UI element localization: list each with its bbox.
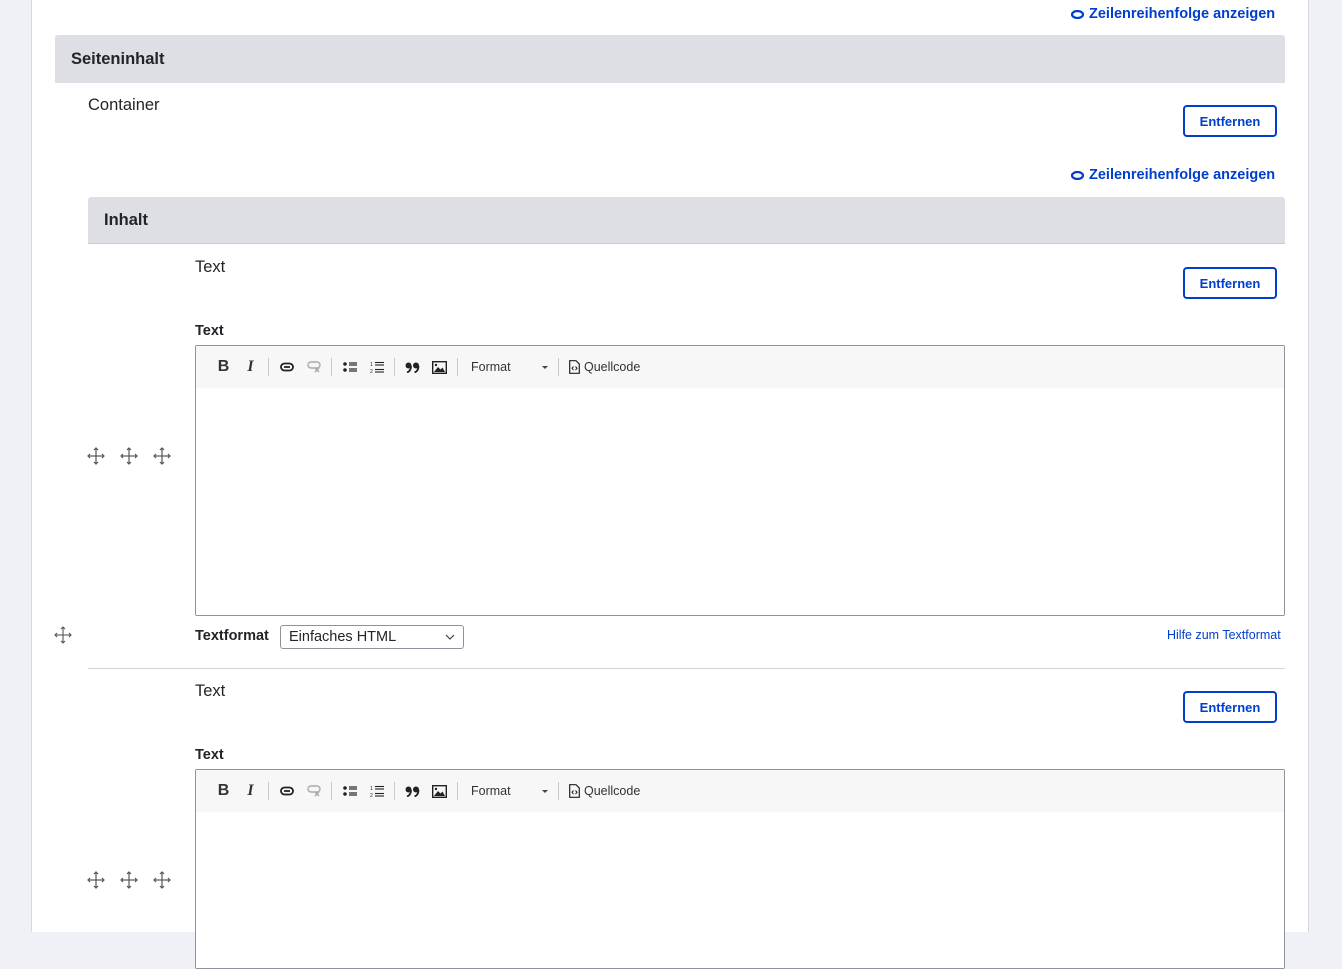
show-row-order-link-inner[interactable]: Zeilenreihenfolge anzeigen xyxy=(1071,167,1275,183)
blockquote-button[interactable] xyxy=(399,779,426,803)
text-field-label: Text xyxy=(195,323,224,339)
link-button[interactable] xyxy=(273,779,300,803)
rich-text-editor: B I 12 Format Quellcode xyxy=(195,769,1285,969)
source-button[interactable]: Quellcode xyxy=(563,360,640,374)
eye-icon xyxy=(1071,9,1084,19)
section-title: Inhalt xyxy=(104,210,148,229)
move-icon xyxy=(87,871,105,889)
text-field-label: Text xyxy=(195,747,224,763)
editor-toolbar: B I 12 Format Quellcode xyxy=(196,346,1284,388)
editor-toolbar: B I 12 Format Quellcode xyxy=(196,770,1284,812)
remove-text-button[interactable]: Entfernen xyxy=(1183,691,1277,723)
blockquote-icon xyxy=(405,362,420,373)
editor-content-area[interactable] xyxy=(196,388,1284,615)
blockquote-icon xyxy=(405,786,420,797)
numbered-list-button[interactable]: 12 xyxy=(363,779,390,803)
toolbar-separator xyxy=(331,358,332,376)
drag-handle[interactable] xyxy=(153,871,171,889)
show-row-order-label: Zeilenreihenfolge anzeigen xyxy=(1089,167,1276,183)
caret-down-icon xyxy=(542,365,548,369)
textformat-label: Textformat xyxy=(195,628,269,644)
show-row-order-link-top[interactable]: Zeilenreihenfolge anzeigen xyxy=(1071,6,1275,22)
toolbar-separator xyxy=(558,358,559,376)
image-icon xyxy=(432,360,447,374)
image-button[interactable] xyxy=(426,355,453,379)
move-icon xyxy=(54,626,72,644)
caret-down-icon xyxy=(542,789,548,793)
eye-icon xyxy=(1071,170,1084,180)
paragraph-type-container: Container xyxy=(88,96,160,114)
unlink-button[interactable] xyxy=(300,355,327,379)
svg-text:1: 1 xyxy=(370,362,373,368)
format-dropdown[interactable]: Format xyxy=(462,779,554,803)
toolbar-separator xyxy=(268,358,269,376)
toolbar-separator xyxy=(394,782,395,800)
move-icon xyxy=(120,871,138,889)
textformat-help-link[interactable]: Hilfe zum Textformat xyxy=(1167,628,1281,642)
image-icon xyxy=(432,784,447,798)
show-row-order-label: Zeilenreihenfolge anzeigen xyxy=(1089,6,1276,22)
drag-handle[interactable] xyxy=(87,871,105,889)
toolbar-separator xyxy=(268,782,269,800)
toolbar-separator xyxy=(331,782,332,800)
editor-content-area[interactable] xyxy=(196,812,1284,968)
drag-handle-container[interactable] xyxy=(54,626,72,644)
item-divider xyxy=(88,668,1285,669)
svg-text:2: 2 xyxy=(370,793,373,798)
bulleted-list-button[interactable] xyxy=(336,779,363,803)
format-dropdown[interactable]: Format xyxy=(462,355,554,379)
drag-handle[interactable] xyxy=(87,447,105,465)
paragraph-type-text: Text xyxy=(195,258,226,276)
italic-button[interactable]: I xyxy=(237,355,264,379)
section-title: Seiteninhalt xyxy=(71,49,165,68)
numbered-list-icon: 12 xyxy=(370,361,384,374)
blockquote-button[interactable] xyxy=(399,355,426,379)
move-icon xyxy=(87,447,105,465)
source-code-icon xyxy=(569,360,580,374)
source-code-icon xyxy=(569,784,580,798)
remove-container-button[interactable]: Entfernen xyxy=(1183,105,1277,137)
bulleted-list-icon xyxy=(342,362,357,372)
move-icon xyxy=(153,871,171,889)
svg-text:2: 2 xyxy=(370,369,373,374)
textformat-select[interactable]: Einfaches HTML xyxy=(280,625,464,649)
toolbar-separator xyxy=(558,782,559,800)
drag-handle[interactable] xyxy=(120,447,138,465)
unlink-button[interactable] xyxy=(300,779,327,803)
svg-text:1: 1 xyxy=(370,786,373,792)
textformat-value: Einfaches HTML xyxy=(289,629,397,645)
toolbar-separator xyxy=(457,782,458,800)
numbered-list-button[interactable]: 12 xyxy=(363,355,390,379)
section-header-inhalt: Inhalt xyxy=(88,197,1285,244)
bulleted-list-button[interactable] xyxy=(336,355,363,379)
rich-text-editor: B I 12 Format Quellcode xyxy=(195,345,1285,616)
bold-button[interactable]: B xyxy=(210,779,237,803)
unlink-icon xyxy=(306,785,321,797)
bulleted-list-icon xyxy=(342,786,357,796)
link-button[interactable] xyxy=(273,355,300,379)
chevron-down-icon xyxy=(445,634,455,640)
image-button[interactable] xyxy=(426,779,453,803)
link-icon xyxy=(279,786,294,796)
remove-text-button[interactable]: Entfernen xyxy=(1183,267,1277,299)
toolbar-separator xyxy=(394,358,395,376)
italic-button[interactable]: I xyxy=(237,779,264,803)
source-label: Quellcode xyxy=(584,360,641,374)
format-label: Format xyxy=(471,784,511,798)
numbered-list-icon: 12 xyxy=(370,785,384,798)
link-icon xyxy=(279,362,294,372)
format-label: Format xyxy=(471,360,511,374)
drag-handle[interactable] xyxy=(120,871,138,889)
move-icon xyxy=(120,447,138,465)
move-icon xyxy=(153,447,171,465)
paragraph-type-text: Text xyxy=(195,682,226,700)
source-label: Quellcode xyxy=(584,784,641,798)
toolbar-separator xyxy=(457,358,458,376)
section-header-seiteninhalt: Seiteninhalt xyxy=(55,35,1285,83)
source-button[interactable]: Quellcode xyxy=(563,784,640,798)
drag-handle[interactable] xyxy=(153,447,171,465)
unlink-icon xyxy=(306,361,321,373)
bold-button[interactable]: B xyxy=(210,355,237,379)
